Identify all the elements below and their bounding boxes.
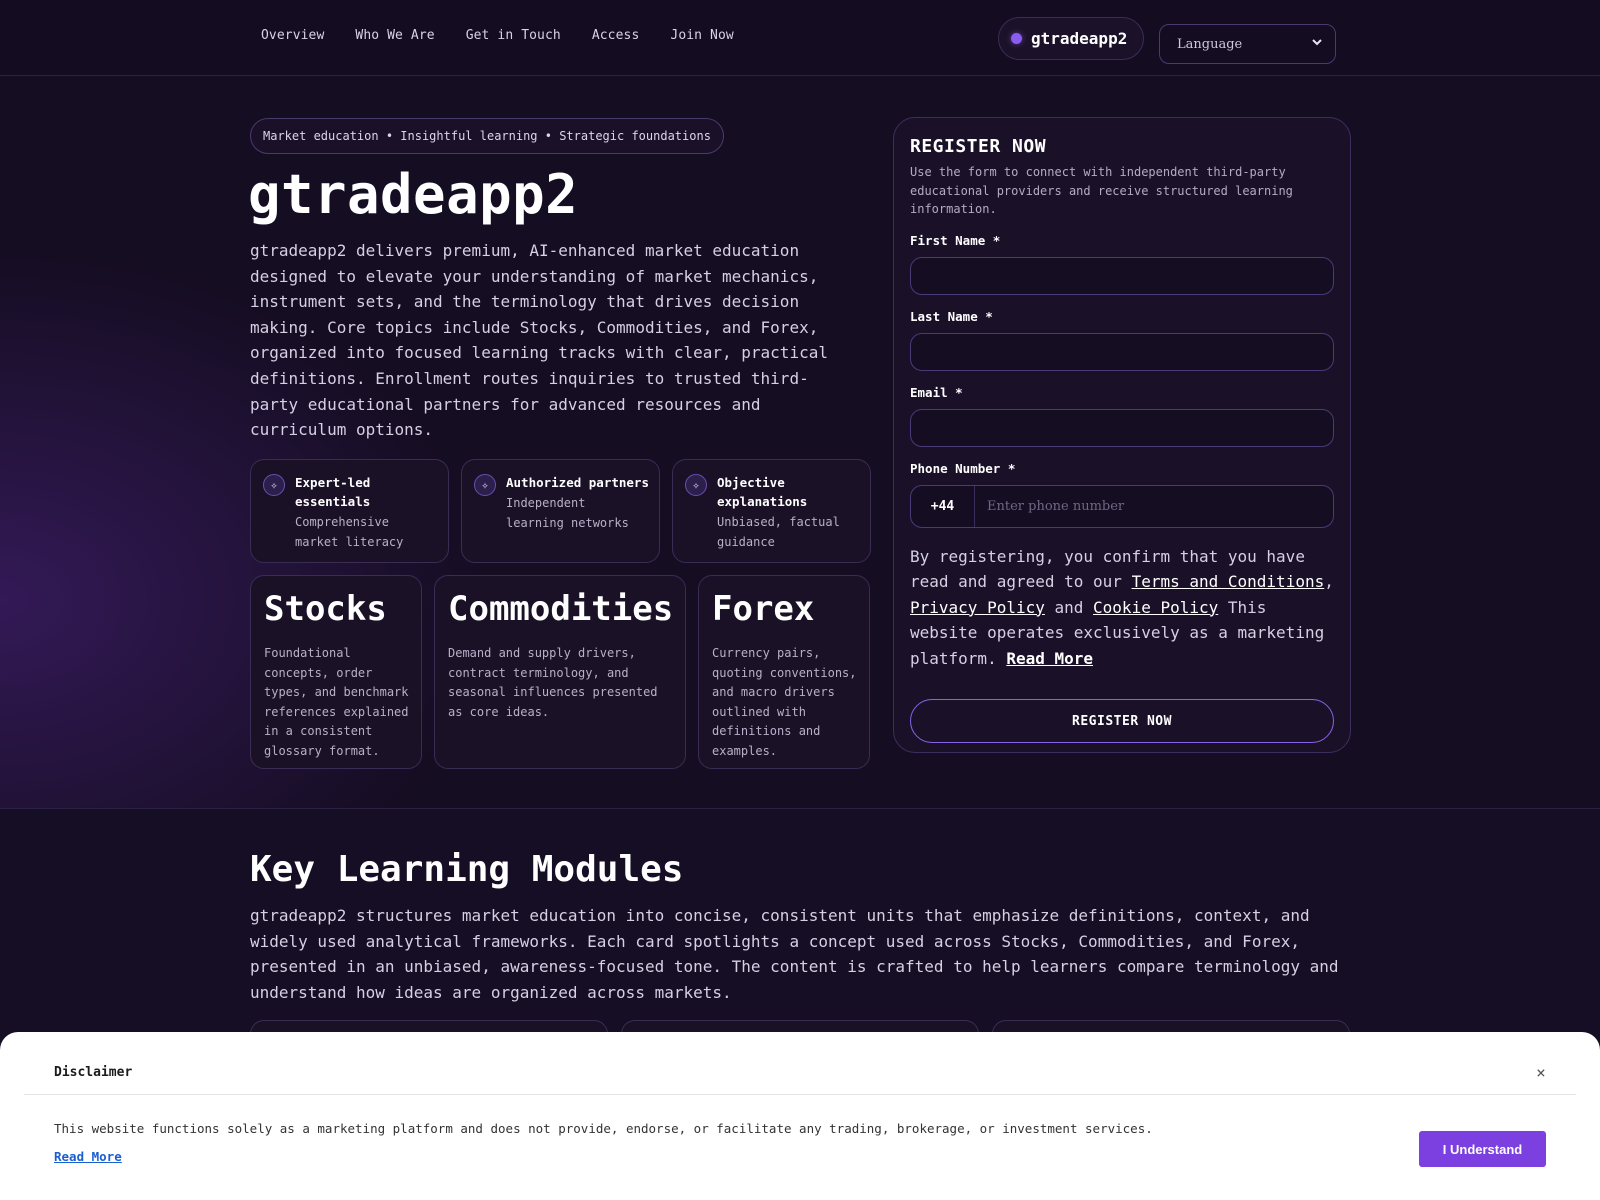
market-title: Commodities (448, 589, 674, 629)
privacy-policy-link[interactable]: Privacy Policy (910, 598, 1045, 617)
nav-access[interactable]: Access (592, 28, 640, 43)
market-card-stocks: Stocks Foundational concepts, order type… (250, 575, 422, 769)
main-nav: Overview Who We Are Get in Touch Access … (261, 28, 765, 43)
disclaimer-divider (24, 1094, 1576, 1095)
register-form: REGISTER NOW Use the form to connect wit… (893, 117, 1351, 753)
phone-label: Phone Number * (910, 460, 1016, 476)
consent-and: and (1044, 597, 1094, 617)
chevron-down-icon (1312, 39, 1322, 46)
language-select[interactable]: Language (1159, 24, 1336, 64)
market-card-commodities: Commodities Demand and supply drivers, c… (434, 575, 686, 769)
i-understand-button[interactable]: I Understand (1419, 1131, 1546, 1167)
hero-description: gtradeapp2 delivers premium, AI-enhanced… (250, 241, 828, 440)
last-name-input[interactable] (910, 332, 1334, 371)
disclaimer-text: This website functions solely as a marke… (54, 1121, 1153, 1136)
terms-link[interactable]: Terms and Conditions (1132, 572, 1325, 591)
phone-field: +44 (910, 484, 1334, 528)
brand-pill[interactable]: gtradeapp2 (998, 17, 1144, 60)
phone-input[interactable] (975, 485, 1333, 527)
market-description: Demand and supply drivers, contract term… (448, 646, 658, 719)
feature-card-expert: ✧ Expert-led essentials Comprehensive ma… (250, 459, 449, 563)
market-title: Forex (712, 589, 815, 629)
sparkle-icon: ✧ (263, 474, 285, 496)
close-icon[interactable]: × (1531, 1063, 1551, 1083)
nav-join-now[interactable]: Join Now (670, 28, 733, 43)
language-select-value: Language (1177, 36, 1243, 52)
register-title: REGISTER NOW (910, 136, 1047, 157)
feature-subtitle: Unbiased, factual guidance (717, 515, 840, 549)
disclaimer-title: Disclaimer (54, 1065, 133, 1080)
market-description: Currency pairs, quoting conventions, and… (712, 646, 857, 758)
first-name-input[interactable] (910, 256, 1334, 295)
hero-title: gtradeapp2 (248, 163, 579, 226)
register-button[interactable]: REGISTER NOW (910, 699, 1334, 743)
feature-subtitle: Comprehensive market literacy (295, 515, 404, 549)
feature-title: Authorized partners (506, 475, 649, 490)
hero-tagline: Market education • Insightful learning •… (250, 118, 724, 154)
sparkle-icon: ✧ (685, 474, 707, 496)
consent-text: By registering, you confirm that you hav… (910, 544, 1334, 672)
email-label: Email * (910, 384, 963, 400)
market-row: Stocks Foundational concepts, order type… (250, 575, 870, 769)
nav-who-we-are[interactable]: Who We Are (355, 28, 434, 43)
cookie-policy-link[interactable]: Cookie Policy (1093, 598, 1218, 617)
sparkle-icon: ✧ (474, 474, 496, 496)
first-name-label: First Name * (910, 232, 1001, 248)
feature-title: Objective explanations (717, 475, 808, 509)
disclaimer-read-more-link[interactable]: Read More (54, 1149, 122, 1164)
modules-description: gtradeapp2 structures market education i… (250, 906, 1339, 1002)
last-name-label: Last Name * (910, 308, 993, 324)
brand-name: gtradeapp2 (1031, 29, 1128, 48)
top-navigation-bar: Overview Who We Are Get in Touch Access … (0, 0, 1600, 76)
brand-dot-icon (1011, 33, 1022, 44)
disclaimer-banner: Disclaimer × This website functions sole… (0, 1032, 1600, 1200)
consent-comma: , (1324, 572, 1334, 591)
market-card-forex: Forex Currency pairs, quoting convention… (698, 575, 870, 769)
feature-subtitle: Independent learning networks (506, 496, 629, 530)
nav-overview[interactable]: Overview (261, 28, 324, 43)
feature-row: ✧ Expert-led essentials Comprehensive ma… (250, 459, 871, 563)
register-subtitle: Use the form to connect with independent… (910, 165, 1293, 216)
feature-card-objective: ✧ Objective explanations Unbiased, factu… (672, 459, 871, 563)
feature-title: Expert-led essentials (295, 475, 371, 509)
email-input[interactable] (910, 408, 1334, 447)
nav-get-in-touch[interactable]: Get in Touch (466, 28, 561, 43)
market-description: Foundational concepts, order types, and … (264, 646, 409, 758)
market-title: Stocks (264, 589, 387, 629)
consent-read-more-link[interactable]: Read More (1006, 649, 1093, 668)
modules-title: Key Learning Modules (250, 849, 684, 890)
phone-country-code[interactable]: +44 (911, 485, 975, 527)
feature-card-partners: ✧ Authorized partners Independent learni… (461, 459, 660, 563)
